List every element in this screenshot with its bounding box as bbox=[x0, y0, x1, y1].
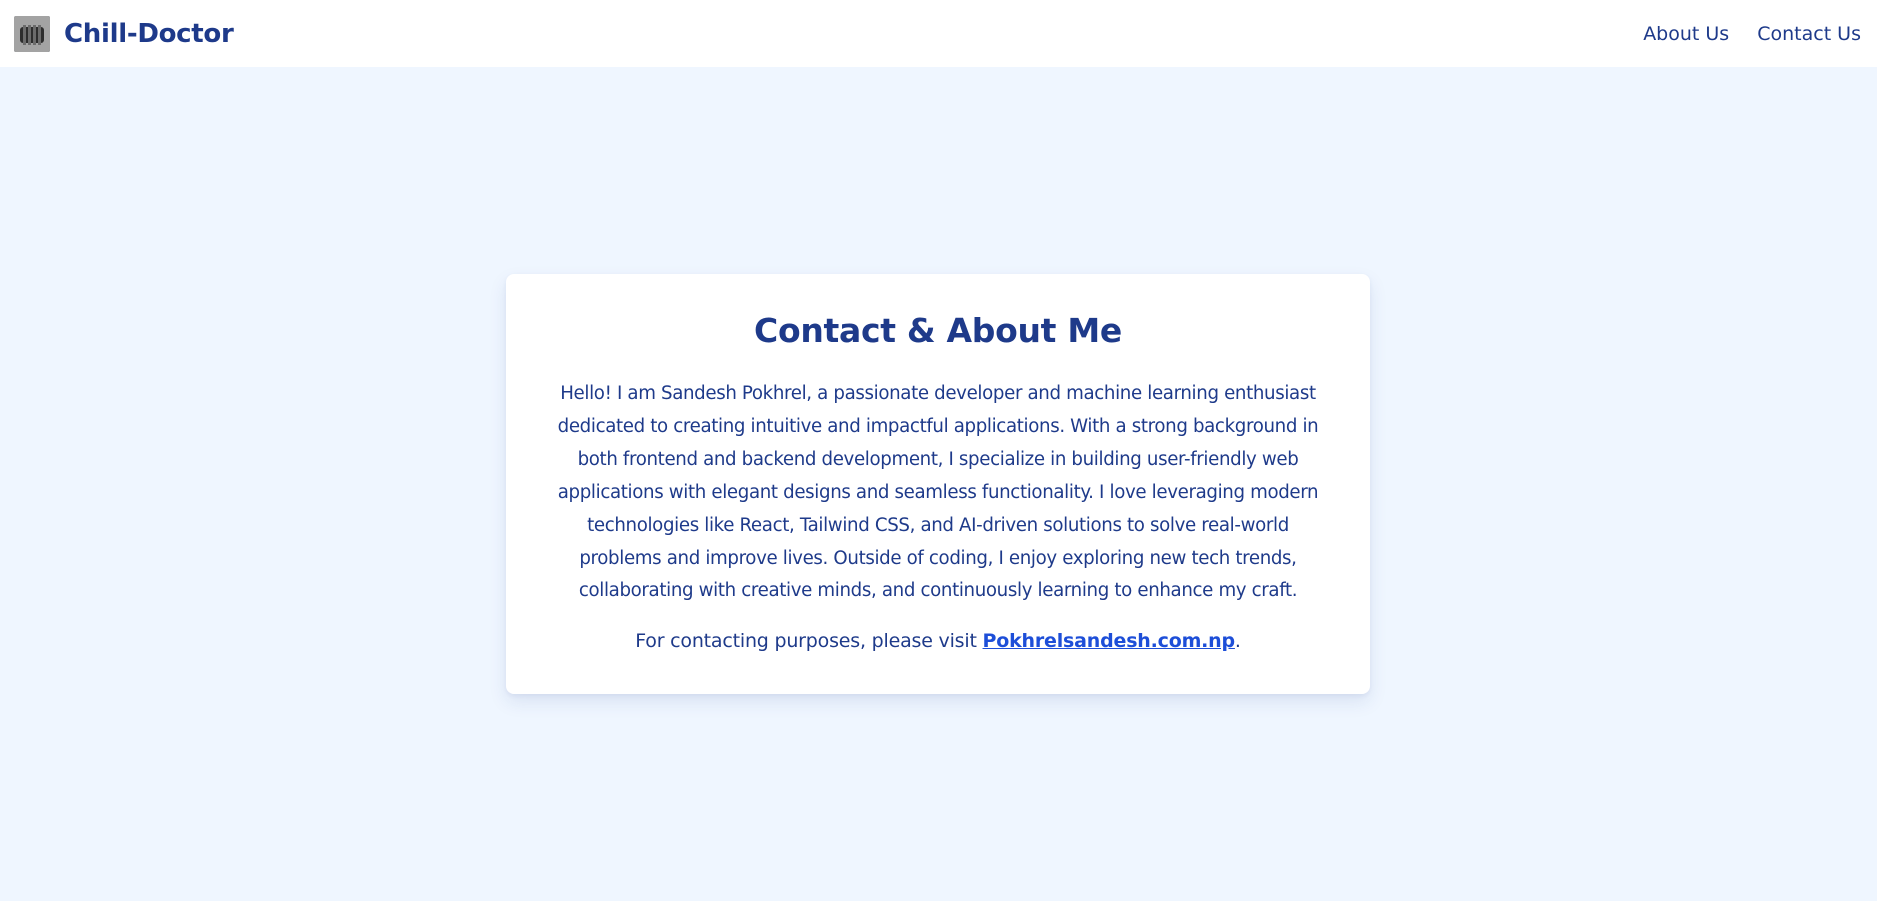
main-nav: About Us Contact Us bbox=[1643, 23, 1863, 45]
contact-line: For contacting purposes, please visit Po… bbox=[546, 626, 1330, 656]
contact-about-card: Contact & About Me Hello! I am Sandesh P… bbox=[506, 274, 1370, 694]
contact-prefix-text: For contacting purposes, please visit bbox=[635, 630, 983, 653]
brain-logo-icon bbox=[14, 15, 50, 52]
card-title: Contact & About Me bbox=[754, 311, 1122, 350]
brand-home-link[interactable]: Chill-Doctor bbox=[14, 15, 234, 52]
bottom-strip bbox=[0, 901, 1877, 912]
bio-paragraph: Hello! I am Sandesh Pokhrel, a passionat… bbox=[557, 383, 1319, 602]
top-navbar: Chill-Doctor About Us Contact Us bbox=[0, 0, 1877, 67]
nav-about-us-link[interactable]: About Us bbox=[1643, 23, 1729, 45]
website-link[interactable]: Pokhrelsandesh.com.np bbox=[983, 630, 1236, 652]
main-content: Contact & About Me Hello! I am Sandesh P… bbox=[0, 67, 1877, 901]
contact-suffix-text: . bbox=[1234, 630, 1241, 653]
brand-name: Chill-Doctor bbox=[64, 18, 234, 49]
nav-contact-us-link[interactable]: Contact Us bbox=[1757, 23, 1861, 45]
